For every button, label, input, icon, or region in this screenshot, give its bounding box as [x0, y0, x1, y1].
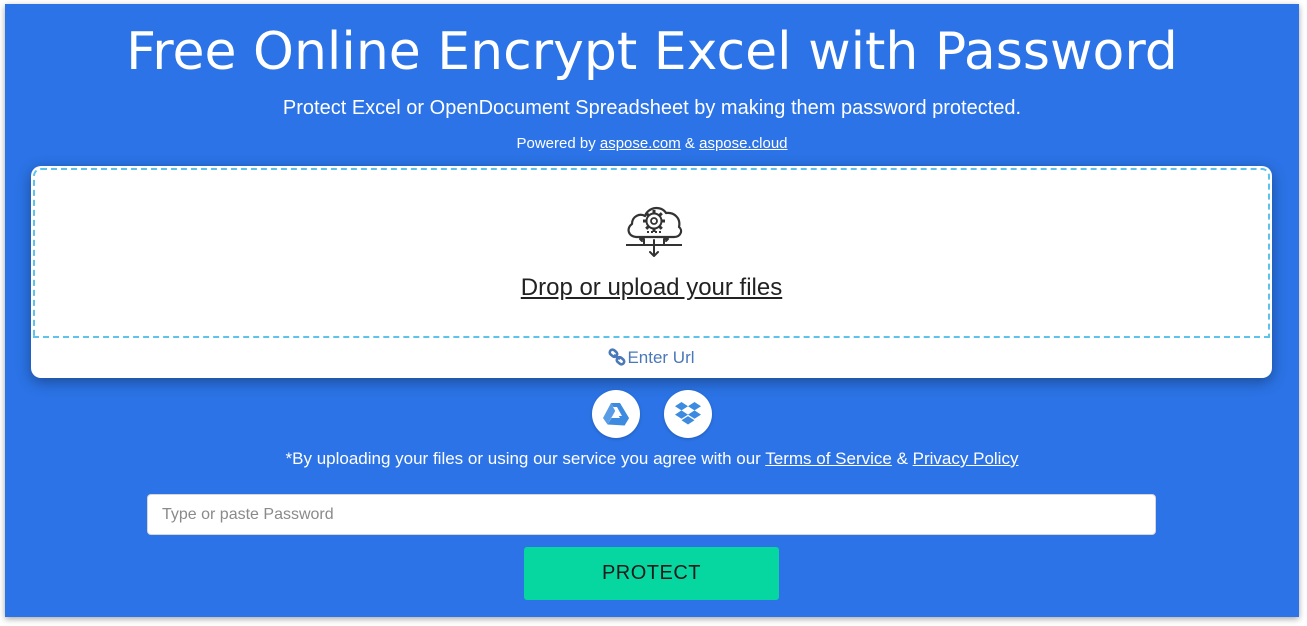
page-title: Free Online Encrypt Excel with Password	[126, 22, 1178, 82]
link-icon	[608, 348, 626, 366]
aspose-cloud-link[interactable]: aspose.cloud	[699, 135, 787, 152]
enter-url-label: Enter Url	[627, 348, 695, 367]
terms-amp: &	[896, 449, 908, 468]
terms-notice: *By uploading your files or using our se…	[5, 448, 1299, 470]
file-drop-zone[interactable]: Drop or upload your files	[33, 168, 1270, 338]
powered-by-prefix: Powered by	[516, 135, 596, 152]
dropbox-button[interactable]	[664, 390, 712, 438]
privacy-policy-link[interactable]: Privacy Policy	[913, 449, 1019, 468]
drop-upload-link[interactable]: Drop or upload your files	[35, 273, 1268, 303]
page-subtitle: Protect Excel or OpenDocument Spreadshee…	[282, 97, 1022, 119]
cloud-gear-icon	[626, 206, 683, 257]
google-drive-button[interactable]	[592, 390, 640, 438]
password-input[interactable]	[147, 494, 1156, 535]
enter-url-button[interactable]: Enter Url	[31, 347, 1272, 369]
aspose-com-link[interactable]: aspose.com	[600, 135, 681, 152]
protect-button[interactable]: PROTECT	[524, 547, 779, 600]
powered-by: Powered by aspose.com & aspose.cloud	[5, 134, 1299, 154]
powered-by-amp: &	[684, 135, 695, 152]
terms-of-service-link[interactable]: Terms of Service	[765, 449, 892, 468]
google-drive-icon	[603, 403, 629, 426]
page-frame: Free Online Encrypt Excel with Password …	[5, 4, 1299, 617]
dropbox-icon	[675, 402, 701, 425]
upload-card: Drop or upload your files Enter Url	[31, 166, 1272, 378]
terms-prefix: *By uploading your files or using our se…	[285, 449, 761, 468]
